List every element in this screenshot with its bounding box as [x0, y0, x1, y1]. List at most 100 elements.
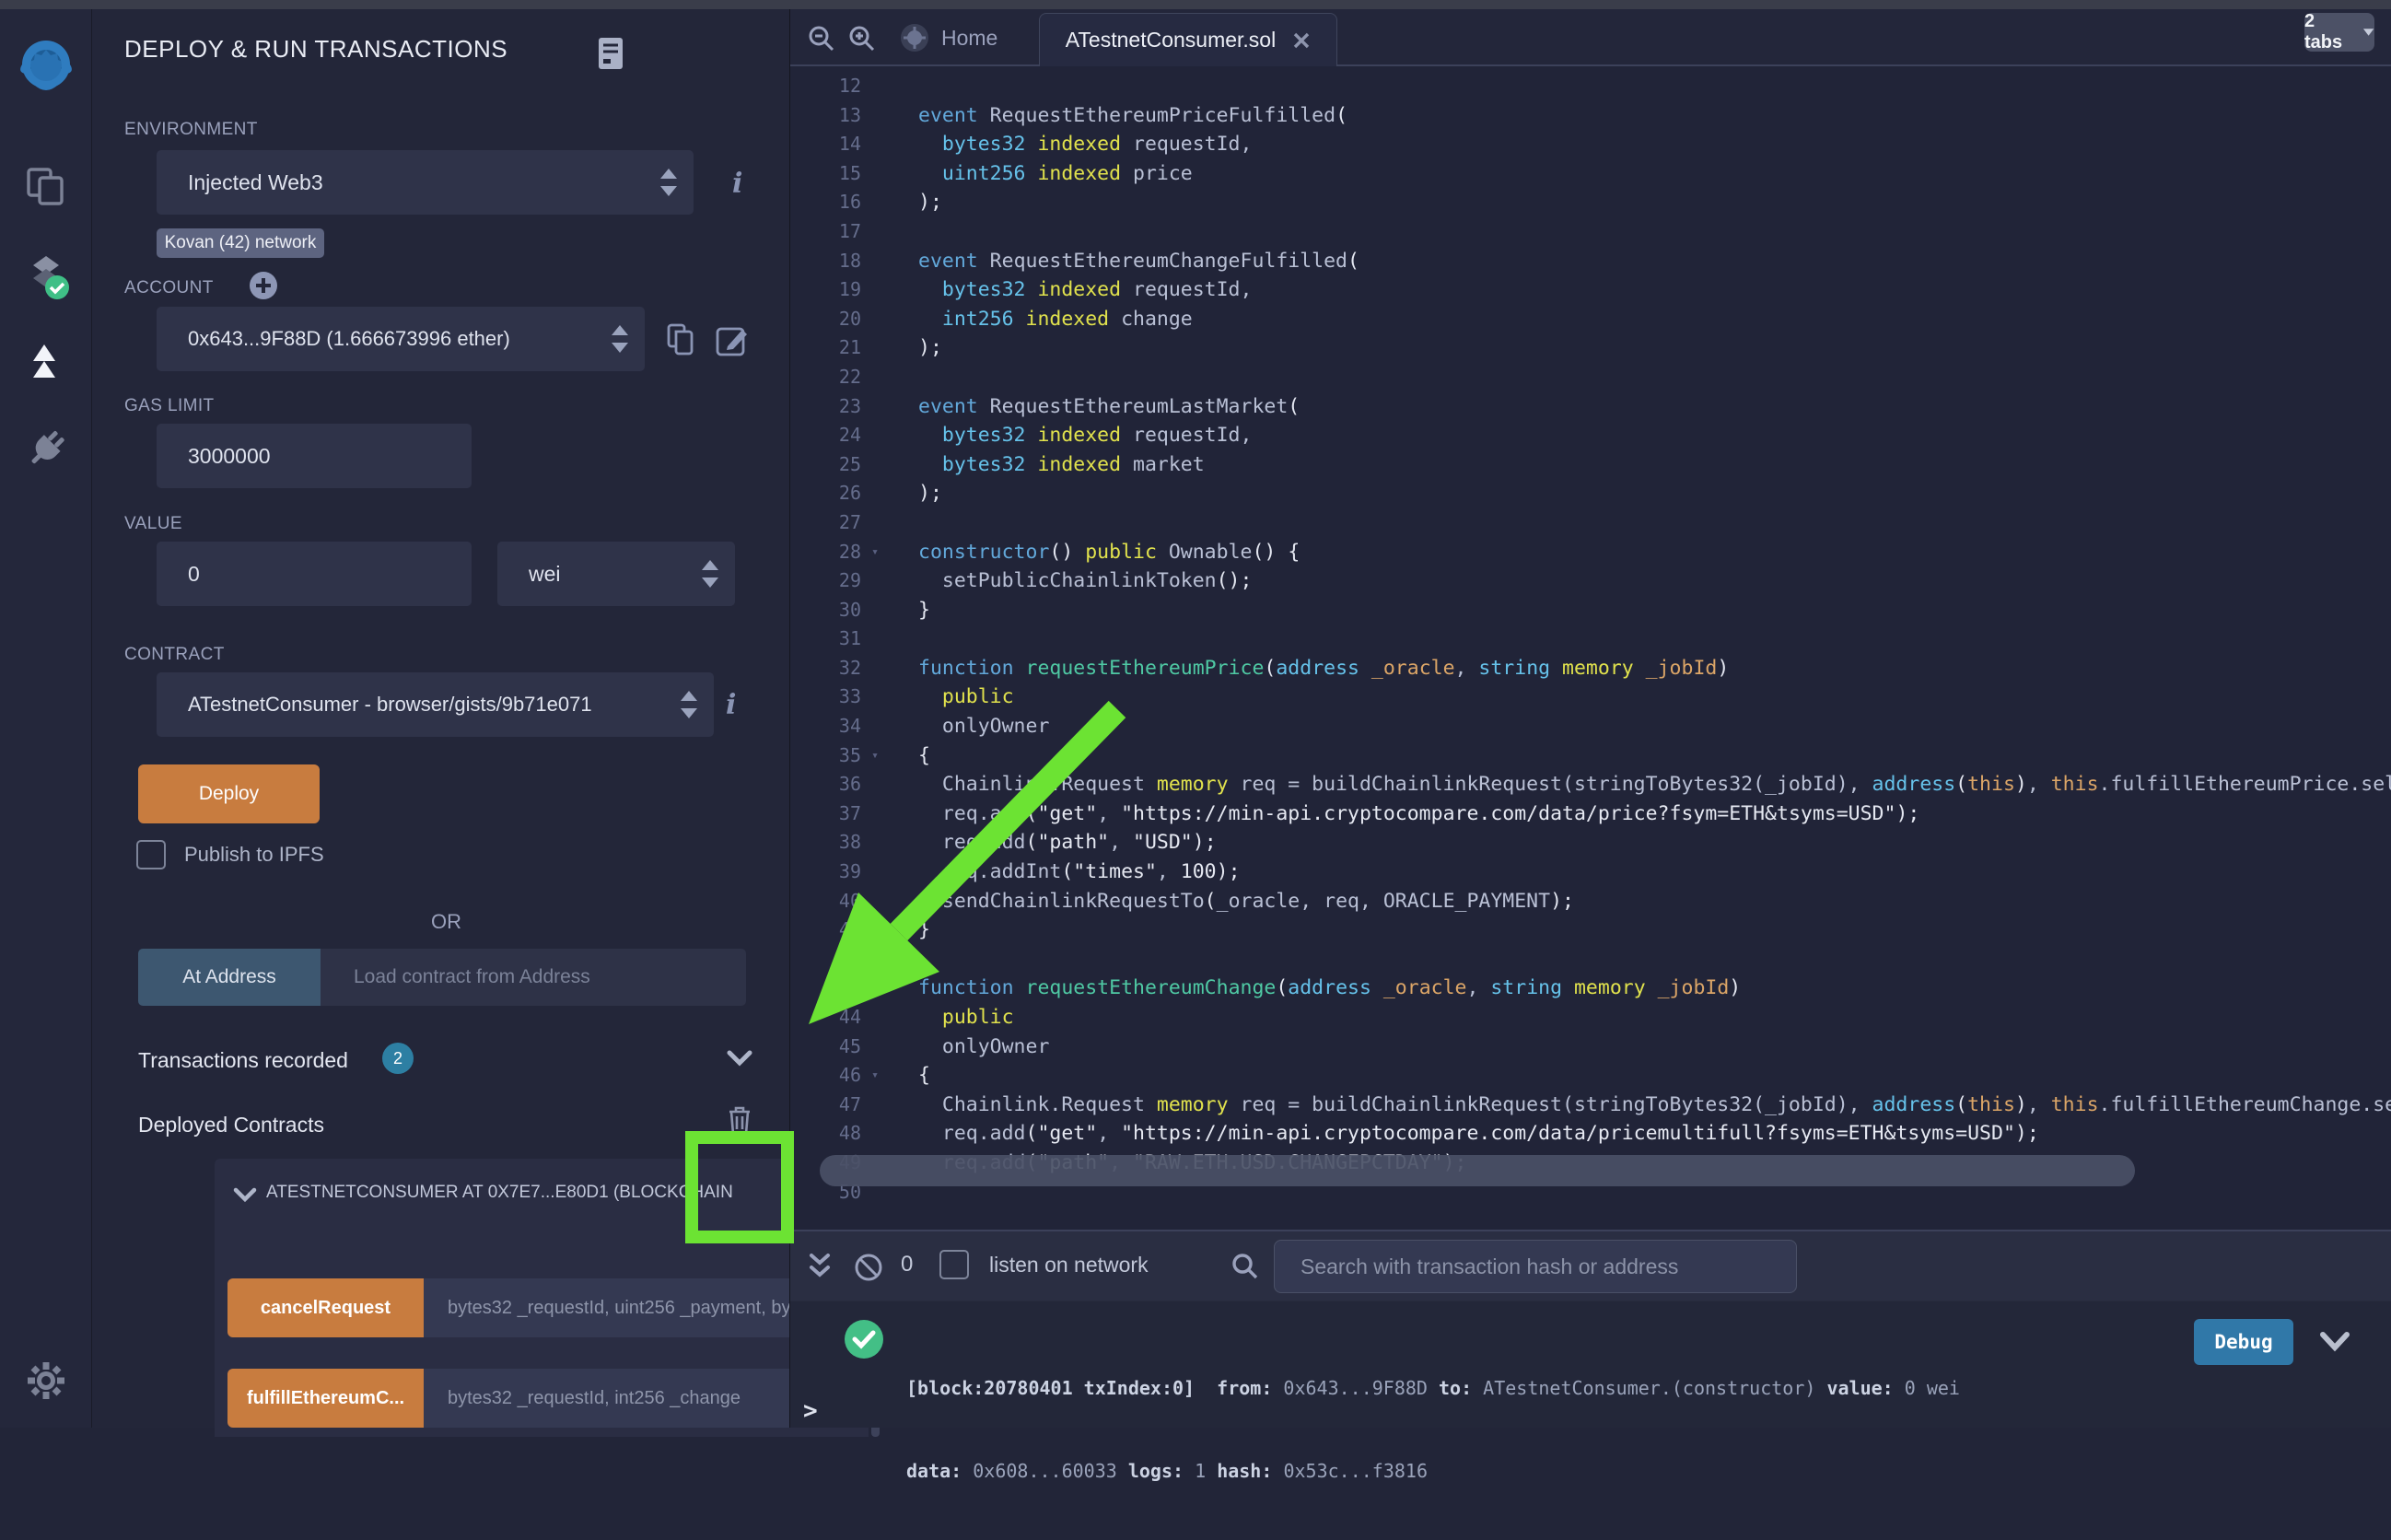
- fold-marker-icon[interactable]: ▾: [861, 538, 889, 567]
- value-input[interactable]: 0: [157, 542, 472, 606]
- code-line[interactable]: 37 req.add("get", "https://min-api.crypt…: [790, 799, 2391, 829]
- copy-account-icon[interactable]: [665, 322, 698, 357]
- code-line[interactable]: 39 req.addInt("times", 100);: [790, 858, 2391, 887]
- code-line[interactable]: 13event RequestEthereumPriceFulfilled(: [790, 101, 2391, 131]
- horizontal-scrollbar[interactable]: [820, 1155, 2135, 1186]
- code-line[interactable]: 12: [790, 72, 2391, 101]
- code-line[interactable]: 23event RequestEthereumLastMarket(: [790, 392, 2391, 422]
- plugin-manager-icon[interactable]: [0, 426, 92, 472]
- code-editor[interactable]: 1213event RequestEthereumPriceFulfilled(…: [790, 66, 2391, 1230]
- code-line[interactable]: 18event RequestEthereumChangeFulfilled(: [790, 247, 2391, 276]
- function-params-input[interactable]: bytes32 _requestId, uint256 _payment, by: [424, 1278, 811, 1337]
- code-line[interactable]: 32function requestEthereumPrice(address …: [790, 654, 2391, 683]
- code-text: [889, 72, 918, 101]
- tab-atestnetconsumer[interactable]: ATestnetConsumer.sol: [1039, 13, 1337, 66]
- code-line[interactable]: 34 onlyOwner: [790, 712, 2391, 741]
- account-select[interactable]: 0x643...9F88D (1.666673996 ether): [157, 307, 645, 371]
- code-line[interactable]: 24 bytes32 indexed requestId,: [790, 421, 2391, 450]
- tabs-count-button[interactable]: 2 tabs: [2304, 13, 2374, 52]
- code-line[interactable]: 25 bytes32 indexed market: [790, 450, 2391, 480]
- deploy-button[interactable]: Deploy: [138, 764, 320, 823]
- listen-network-checkbox[interactable]: [939, 1250, 969, 1279]
- at-address-input[interactable]: Load contract from Address: [321, 949, 746, 1006]
- contract-expand-chevron-icon[interactable]: [233, 1186, 257, 1203]
- code-line[interactable]: 28▾constructor() public Ownable() {: [790, 538, 2391, 567]
- code-text: bytes32 indexed requestId,: [889, 421, 1252, 450]
- code-text: }: [889, 916, 930, 945]
- code-line[interactable]: 35▾{: [790, 741, 2391, 771]
- gas-limit-input[interactable]: 3000000: [157, 424, 472, 488]
- code-line[interactable]: 46▾{: [790, 1061, 2391, 1091]
- environment-select[interactable]: Injected Web3: [157, 150, 694, 215]
- transaction-log[interactable]: [block:20780401 txIndex:0] from: 0x643..…: [906, 1319, 1960, 1540]
- remix-logo-icon[interactable]: [0, 37, 92, 98]
- line-number: 15: [790, 159, 861, 189]
- code-line[interactable]: 14 bytes32 indexed requestId,: [790, 130, 2391, 159]
- add-account-icon[interactable]: [249, 271, 278, 300]
- code-line[interactable]: 21);: [790, 333, 2391, 363]
- terminal-search-input[interactable]: Search with transaction hash or address: [1274, 1240, 1797, 1293]
- code-line[interactable]: 33 public: [790, 682, 2391, 712]
- edit-account-icon[interactable]: [715, 322, 750, 357]
- file-explorer-icon[interactable]: [0, 166, 92, 208]
- code-text: function requestEthereumPrice(address _o…: [889, 654, 1729, 683]
- close-tab-icon[interactable]: [1292, 31, 1311, 50]
- contract-select[interactable]: ATestnetConsumer - browser/gists/9b71e07…: [157, 672, 714, 737]
- function-call-button[interactable]: cancelRequest: [227, 1278, 424, 1337]
- docs-icon[interactable]: [597, 37, 624, 70]
- settings-gear-icon[interactable]: [0, 1359, 92, 1403]
- code-line[interactable]: 22: [790, 363, 2391, 392]
- environment-info-icon[interactable]: i: [732, 168, 742, 200]
- code-text: }: [889, 596, 930, 625]
- at-address-button[interactable]: At Address: [138, 949, 321, 1006]
- fold-marker-icon[interactable]: ▾: [861, 1061, 889, 1091]
- solidity-compiler-icon[interactable]: [0, 251, 92, 302]
- publish-ipfs-checkbox[interactable]: [136, 840, 166, 869]
- code-line[interactable]: 29 setPublicChainlinkToken();: [790, 566, 2391, 596]
- zoom-in-icon[interactable]: [847, 24, 877, 53]
- code-line[interactable]: 47 Chainlink.Request memory req = buildC…: [790, 1091, 2391, 1120]
- code-line[interactable]: 36 Chainlink.Request memory req = buildC…: [790, 770, 2391, 799]
- expand-log-chevron-icon[interactable]: [2319, 1331, 2350, 1353]
- line-number: 28: [790, 538, 861, 567]
- line-number: 19: [790, 275, 861, 305]
- deploy-and-run-icon[interactable]: [0, 339, 92, 387]
- code-line[interactable]: 44 public: [790, 1003, 2391, 1032]
- contract-info-icon[interactable]: i: [726, 689, 736, 721]
- code-line[interactable]: 16);: [790, 188, 2391, 217]
- code-line[interactable]: 41}: [790, 916, 2391, 945]
- code-line[interactable]: 26);: [790, 479, 2391, 508]
- line-number: 48: [790, 1119, 861, 1149]
- clear-console-icon[interactable]: [853, 1252, 884, 1283]
- code-line[interactable]: 17: [790, 217, 2391, 247]
- code-line[interactable]: 31: [790, 624, 2391, 654]
- line-number: 41: [790, 916, 861, 945]
- transactions-chevron-down-icon[interactable]: [726, 1048, 753, 1068]
- code-line[interactable]: 43function requestEthereumChange(address…: [790, 974, 2391, 1003]
- code-line[interactable]: 40 sendChainlinkRequestTo(_oracle, req, …: [790, 887, 2391, 916]
- code-line[interactable]: 48 req.add("get", "https://min-api.crypt…: [790, 1119, 2391, 1149]
- line-number: 38: [790, 828, 861, 858]
- code-line[interactable]: 27: [790, 508, 2391, 538]
- fold-gutter: [861, 333, 889, 363]
- function-call-button[interactable]: fulfillEthereumC...: [227, 1369, 424, 1428]
- code-line[interactable]: 19 bytes32 indexed requestId,: [790, 275, 2391, 305]
- code-line[interactable]: 42: [790, 945, 2391, 974]
- terminal-prompt[interactable]: >: [803, 1397, 818, 1425]
- fold-gutter: [861, 305, 889, 334]
- code-line[interactable]: 45 onlyOwner: [790, 1032, 2391, 1062]
- fold-marker-icon[interactable]: ▾: [861, 741, 889, 771]
- code-line[interactable]: 30}: [790, 596, 2391, 625]
- fold-gutter: [861, 217, 889, 247]
- expand-terminal-icon[interactable]: [807, 1252, 833, 1281]
- tab-home[interactable]: Home: [899, 9, 997, 66]
- transactions-count-badge: 2: [382, 1043, 414, 1074]
- fold-gutter: [861, 828, 889, 858]
- code-line[interactable]: 20 int256 indexed change: [790, 305, 2391, 334]
- debug-button[interactable]: Debug: [2194, 1319, 2293, 1365]
- code-line[interactable]: 15 uint256 indexed price: [790, 159, 2391, 189]
- code-line[interactable]: 38 req.add("path", "USD");: [790, 828, 2391, 858]
- value-unit-select[interactable]: wei: [497, 542, 735, 606]
- function-params-input[interactable]: bytes32 _requestId, int256 _change: [424, 1369, 811, 1428]
- zoom-out-icon[interactable]: [807, 24, 836, 53]
